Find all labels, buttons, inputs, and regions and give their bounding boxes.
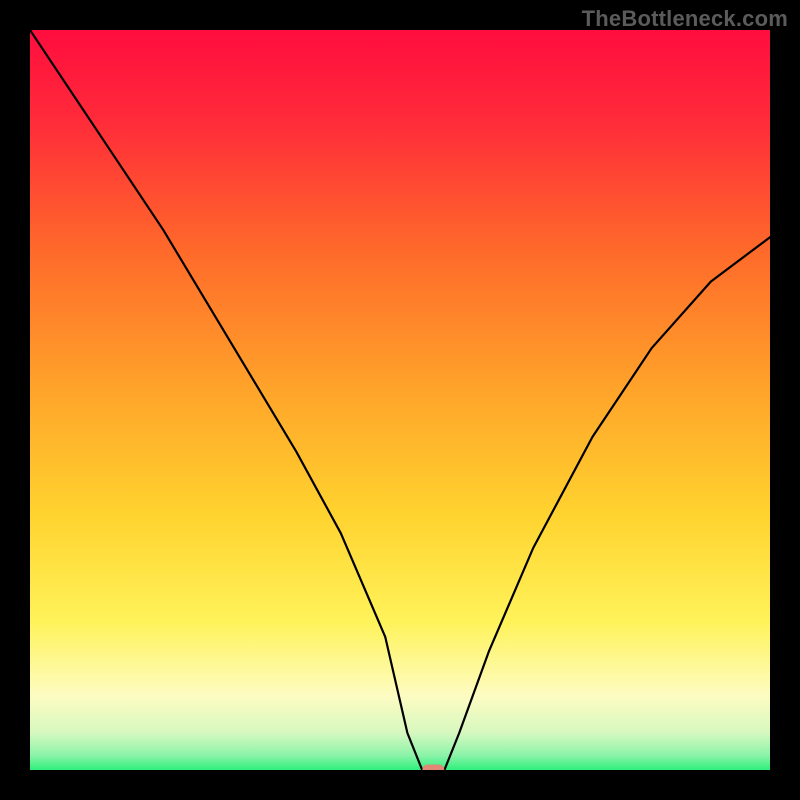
chart-plot	[30, 30, 770, 770]
chart-background	[30, 30, 770, 770]
watermark-text: TheBottleneck.com	[582, 6, 788, 32]
min-marker	[422, 765, 444, 771]
chart-frame: TheBottleneck.com	[0, 0, 800, 800]
